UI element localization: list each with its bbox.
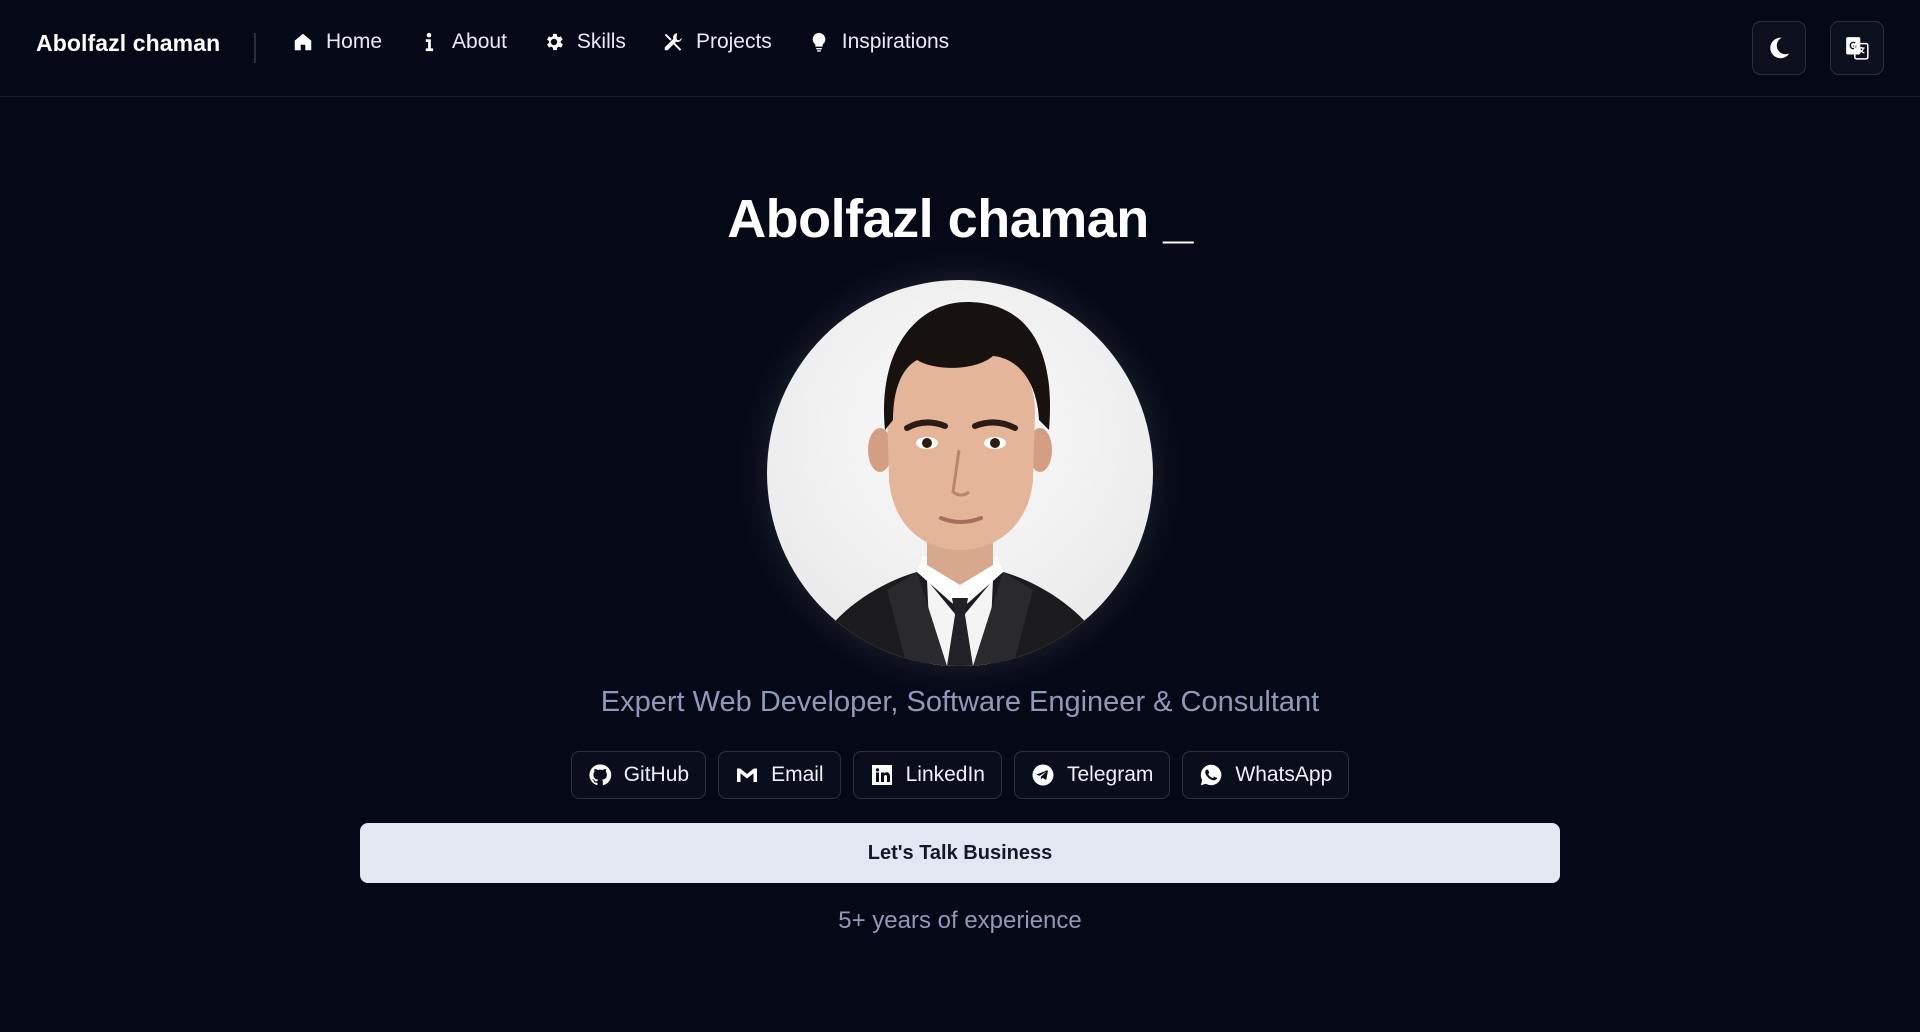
moon-icon — [1770, 37, 1790, 59]
social-label: WhatsApp — [1235, 763, 1333, 786]
social-links: GitHub Email LinkedIn Telegram WhatsApp — [0, 751, 1920, 799]
gmail-icon — [737, 768, 758, 782]
whatsapp-icon — [1201, 764, 1222, 786]
nav-links: Home About Skills Projects Inspirations — [292, 30, 985, 54]
language-toggle-button[interactable] — [1830, 21, 1884, 75]
nav-link-label: Home — [326, 30, 383, 53]
theme-toggle-button[interactable] — [1752, 21, 1806, 75]
nav-divider — [254, 33, 256, 63]
hero-subtitle: Expert Web Developer, Software Engineer … — [600, 686, 1320, 718]
lets-talk-business-button[interactable]: Let's Talk Business — [360, 823, 1560, 883]
nav-link-label: Projects — [695, 30, 772, 53]
nav-link-skills[interactable]: Skills — [543, 30, 626, 54]
social-label: GitHub — [623, 763, 690, 786]
lightbulb-icon — [812, 32, 826, 52]
top-navbar: Abolfazl chaman Home About Skills Projec… — [0, 0, 1920, 97]
social-label: LinkedIn — [905, 763, 985, 786]
translate-icon — [1846, 37, 1869, 60]
experience-text: 5+ years of experience — [838, 907, 1082, 934]
telegram-icon — [1032, 764, 1054, 786]
linkedin-icon — [871, 765, 892, 785]
nav-link-label: Inspirations — [841, 30, 950, 53]
whatsapp-link[interactable]: WhatsApp — [1182, 751, 1350, 799]
email-link[interactable]: Email — [718, 751, 841, 799]
nav-link-about[interactable]: About — [418, 30, 507, 54]
nav-link-projects[interactable]: Projects — [662, 30, 772, 54]
profile-avatar — [767, 280, 1153, 666]
profile-photo — [807, 302, 1113, 666]
social-label: Telegram — [1067, 763, 1154, 786]
home-icon — [294, 33, 312, 51]
gear-icon — [546, 33, 563, 51]
hero-title: Abolfazl chaman _ — [727, 189, 1193, 249]
social-label: Email — [771, 763, 824, 786]
nav-link-label: Skills — [576, 30, 626, 53]
info-icon — [425, 32, 434, 52]
nav-link-home[interactable]: Home — [292, 30, 382, 54]
linkedin-link[interactable]: LinkedIn — [852, 751, 1002, 799]
brand-name[interactable]: Abolfazl chaman — [36, 30, 220, 57]
telegram-link[interactable]: Telegram — [1014, 751, 1171, 799]
tools-icon — [664, 33, 682, 51]
github-icon — [589, 764, 611, 786]
github-link[interactable]: GitHub — [570, 751, 707, 799]
nav-link-inspirations[interactable]: Inspirations — [808, 30, 949, 54]
nav-link-label: About — [452, 30, 507, 53]
